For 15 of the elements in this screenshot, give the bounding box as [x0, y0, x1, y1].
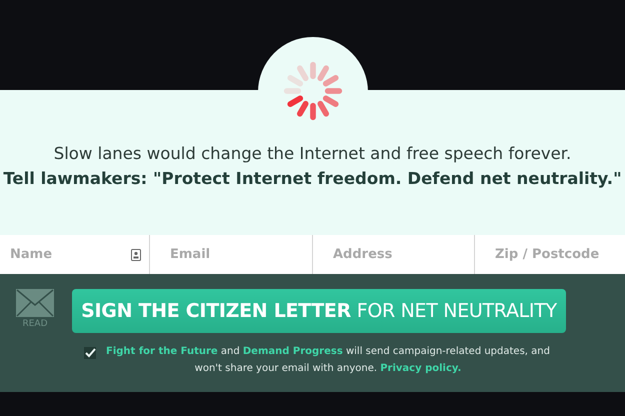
- read-label: READ: [22, 319, 48, 329]
- consent-text: Fight for the Future and Demand Progress will send campaign-related updates, and won't share your email with anyone. Privacy policy.: [105, 345, 551, 376]
- link[interactable]: Fight for the Future: [106, 346, 218, 357]
- contact-card-icon: [131, 248, 141, 260]
- link[interactable]: Privacy policy.: [380, 363, 462, 374]
- input-field[interactable]: Zip / Postcode: [493, 246, 625, 263]
- input-field[interactable]: Name: [8, 246, 125, 263]
- input-field[interactable]: Address: [331, 246, 466, 263]
- intro-text: Slow lanes would change the Internet and free speech forever.: [54, 144, 572, 163]
- input-field[interactable]: Email: [168, 246, 304, 263]
- consent-checkbox[interactable]: [84, 347, 96, 359]
- sign-letter-button[interactable]: SIGN THE CITIZEN LETTER FOR NET NEUTRALITY: [72, 289, 566, 333]
- headline: Tell lawmakers: "Protect Internet freedom. Defend net neutrality.": [3, 169, 622, 188]
- envelope-icon: [16, 289, 54, 317]
- link[interactable]: Demand Progress: [242, 346, 343, 357]
